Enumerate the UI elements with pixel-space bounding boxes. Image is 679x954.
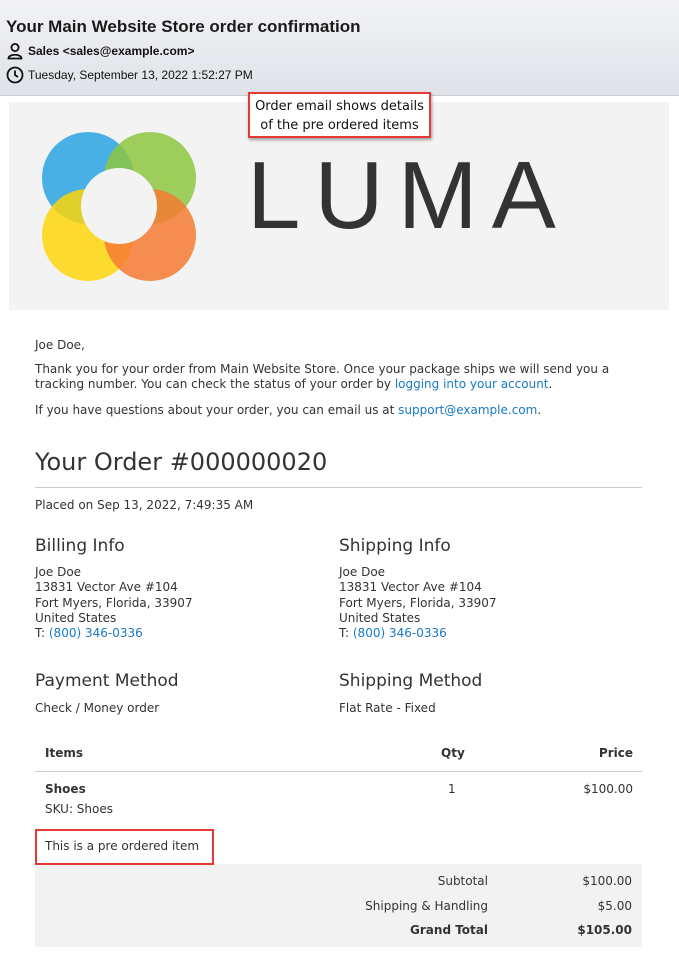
billing-address: Joe Doe 13831 Vector Ave #104 Fort Myers… — [35, 565, 193, 641]
qty-column-header: Qty — [441, 746, 465, 760]
questions-end: . — [537, 403, 542, 417]
price-column-header: Price — [598, 746, 633, 760]
login-account-link[interactable]: logging into your account — [395, 377, 549, 391]
payment-method-value: Check / Money order — [35, 701, 160, 715]
person-icon — [6, 42, 26, 60]
table-header-divider — [35, 771, 642, 772]
order-placed-date: Placed on Sep 13, 2022, 7:49:35 AM — [35, 498, 254, 512]
thanks-line-2: tracking number. You can check the statu… — [35, 377, 645, 392]
email-sender[interactable]: Sales <sales@example.com> — [28, 44, 194, 58]
shipping-method-value: Flat Rate - Fixed — [339, 701, 436, 715]
questions-paragraph: If you have questions about your order, … — [35, 403, 541, 418]
callout-line-2: of the pre ordered items — [260, 118, 419, 133]
grand-total-label: Grand Total — [410, 923, 488, 937]
subtotal-value: $100.00 — [582, 874, 632, 888]
support-email-link[interactable]: support@example.com — [398, 403, 537, 417]
billing-phone-link[interactable]: (800) 346-0336 — [49, 626, 143, 640]
callout-line-1: Order email shows details — [255, 99, 424, 114]
item-price: $100.00 — [583, 782, 633, 796]
thanks-line-2-end: . — [548, 377, 553, 391]
thanks-line-2-text: tracking number. You can check the statu… — [35, 377, 395, 391]
order-totals: Subtotal $100.00 Shipping & Handling $5.… — [35, 864, 642, 947]
email-header: Your Main Website Store order confirmati… — [0, 0, 679, 96]
shipping-address: Joe Doe 13831 Vector Ave #104 Fort Myers… — [339, 565, 497, 641]
title-divider — [35, 487, 642, 488]
email-subject: Your Main Website Store order confirmati… — [6, 17, 361, 36]
clock-icon — [6, 66, 26, 84]
billing-street: 13831 Vector Ave #104 — [35, 580, 178, 595]
item-sku: SKU: Shoes — [45, 802, 114, 816]
billing-phone-prefix: T: — [35, 626, 49, 641]
luma-wordmark: LUMA — [247, 142, 570, 249]
luma-logo-icon — [42, 132, 196, 281]
email-from-row: Sales <sales@example.com> — [6, 42, 194, 60]
questions-text: If you have questions about your order, … — [35, 403, 399, 417]
shipping-handling-value: $5.00 — [597, 899, 632, 913]
items-column-header: Items — [45, 746, 83, 760]
billing-phone-row: T: (800) 346-0336 — [35, 626, 193, 641]
grand-total-value: $105.00 — [577, 923, 632, 937]
thanks-line-1: Thank you for your order from Main Websi… — [35, 362, 610, 376]
greeting: Joe Doe, — [35, 338, 85, 352]
preorder-callout: Order email shows details of the pre ord… — [248, 92, 431, 138]
shipping-city: Fort Myers, Florida, 33907 — [339, 595, 497, 610]
item-qty: 1 — [448, 782, 456, 796]
billing-city: Fort Myers, Florida, 33907 — [35, 595, 193, 610]
shipping-handling-label: Shipping & Handling — [365, 899, 488, 913]
shipping-phone-prefix: T: — [339, 626, 353, 641]
subtotal-label: Subtotal — [437, 874, 488, 888]
shipping-phone-link[interactable]: (800) 346-0336 — [353, 626, 447, 640]
order-title: Your Order #000000020 — [35, 448, 328, 476]
shipping-phone-row: T: (800) 346-0336 — [339, 626, 497, 641]
shipping-method-heading: Shipping Method — [339, 671, 483, 691]
item-name: Shoes — [45, 782, 86, 796]
preorder-note: This is a pre ordered item — [45, 839, 200, 853]
email-date-row: Tuesday, September 13, 2022 1:52:27 PM — [6, 66, 253, 84]
shipping-street: 13831 Vector Ave #104 — [339, 580, 482, 595]
billing-info-heading: Billing Info — [35, 536, 125, 556]
payment-method-heading: Payment Method — [35, 671, 179, 691]
billing-name: Joe Doe — [35, 565, 82, 579]
shipping-info-heading: Shipping Info — [339, 536, 451, 556]
email-date: Tuesday, September 13, 2022 1:52:27 PM — [28, 68, 253, 82]
billing-country: United States — [35, 610, 117, 625]
preorder-note-box: This is a pre ordered item — [35, 829, 214, 865]
shipping-country: United States — [339, 610, 421, 625]
thanks-paragraph: Thank you for your order from Main Websi… — [35, 362, 645, 392]
shipping-name: Joe Doe — [339, 565, 386, 579]
